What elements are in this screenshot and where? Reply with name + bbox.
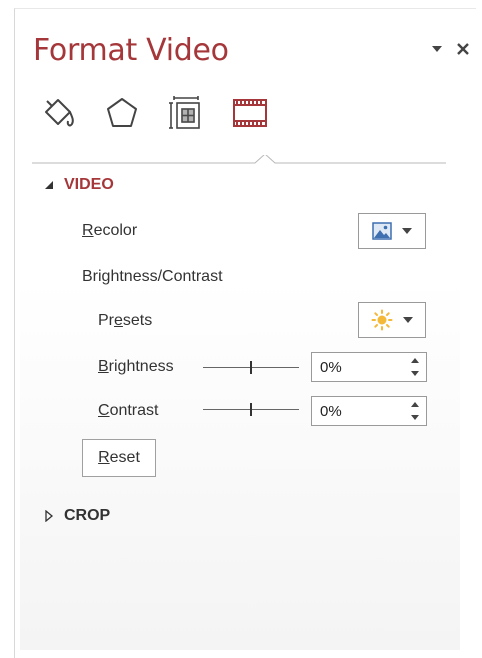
spin-buttons (408, 355, 422, 379)
recolor-dropdown[interactable] (358, 213, 426, 249)
expanded-triangle-icon (45, 181, 53, 189)
pane-title: Format Video (33, 33, 229, 68)
presets-label: Presets (98, 312, 152, 330)
presets-accel: e (114, 312, 123, 329)
chevron-up-icon (411, 402, 419, 407)
brightness-slider[interactable] (203, 358, 299, 378)
increment-button[interactable] (409, 399, 421, 410)
tab-effects[interactable] (102, 94, 142, 132)
slider-thumb[interactable] (250, 403, 252, 416)
film-strip-icon (233, 99, 267, 127)
chevron-down-icon (411, 371, 419, 376)
close-button[interactable] (454, 40, 472, 58)
chevron-up-icon (411, 358, 419, 363)
brightness-accel: B (98, 358, 109, 375)
pane-title-controls (428, 40, 472, 58)
pentagon-icon (107, 98, 137, 127)
collapsed-triangle-icon (45, 510, 54, 522)
task-pane-options-button[interactable] (428, 40, 446, 58)
recolor-label-rest: ecolor (93, 222, 138, 239)
tab-selection-indicator (32, 155, 446, 164)
picture-icon (372, 222, 392, 240)
brightness-contrast-label: Brightness/Contrast (82, 268, 223, 285)
tab-fill-line[interactable] (38, 94, 78, 132)
chevron-down-icon (411, 415, 419, 420)
recolor-label: Recolor (82, 222, 137, 240)
section-crop-header[interactable]: CROP (44, 507, 110, 525)
close-icon (457, 43, 469, 55)
size-properties-icon (169, 96, 200, 129)
brightness-label: Brightness (98, 358, 174, 376)
decrement-button[interactable] (409, 412, 421, 423)
contrast-slider[interactable] (203, 400, 299, 420)
contrast-spinner[interactable] (311, 396, 427, 426)
spin-buttons (408, 399, 422, 423)
chevron-down-icon (403, 317, 413, 323)
reset-button[interactable]: Reset (82, 439, 156, 477)
recolor-accel: R (82, 222, 94, 239)
tab-size-properties[interactable] (166, 94, 206, 132)
decrement-button[interactable] (409, 368, 421, 379)
increment-button[interactable] (409, 355, 421, 366)
brightness-input[interactable] (320, 357, 400, 377)
reset-accel: R (98, 449, 110, 466)
brightness-label-rest: rightness (108, 358, 174, 375)
contrast-accel: C (98, 402, 110, 419)
section-crop-label: CROP (64, 507, 111, 524)
presets-dropdown[interactable] (358, 302, 426, 338)
presets-label-rest: sets (122, 312, 153, 329)
presets-label-pre: Pr (98, 312, 114, 329)
contrast-label: Contrast (98, 402, 158, 420)
pane-tab-bar (38, 94, 270, 132)
brightness-spinner[interactable] (311, 352, 427, 382)
contrast-label-rest: ontrast (109, 402, 159, 419)
slider-thumb[interactable] (250, 361, 252, 374)
section-video-header[interactable]: VIDEO (44, 176, 114, 194)
paint-bucket-icon (45, 99, 74, 127)
chevron-down-icon (402, 228, 412, 234)
section-video-label: VIDEO (64, 176, 114, 193)
chevron-down-icon (432, 46, 442, 52)
reset-label-rest: eset (109, 449, 140, 466)
contrast-input[interactable] (320, 401, 400, 421)
tab-video[interactable] (230, 94, 270, 132)
sun-icon (371, 309, 393, 331)
